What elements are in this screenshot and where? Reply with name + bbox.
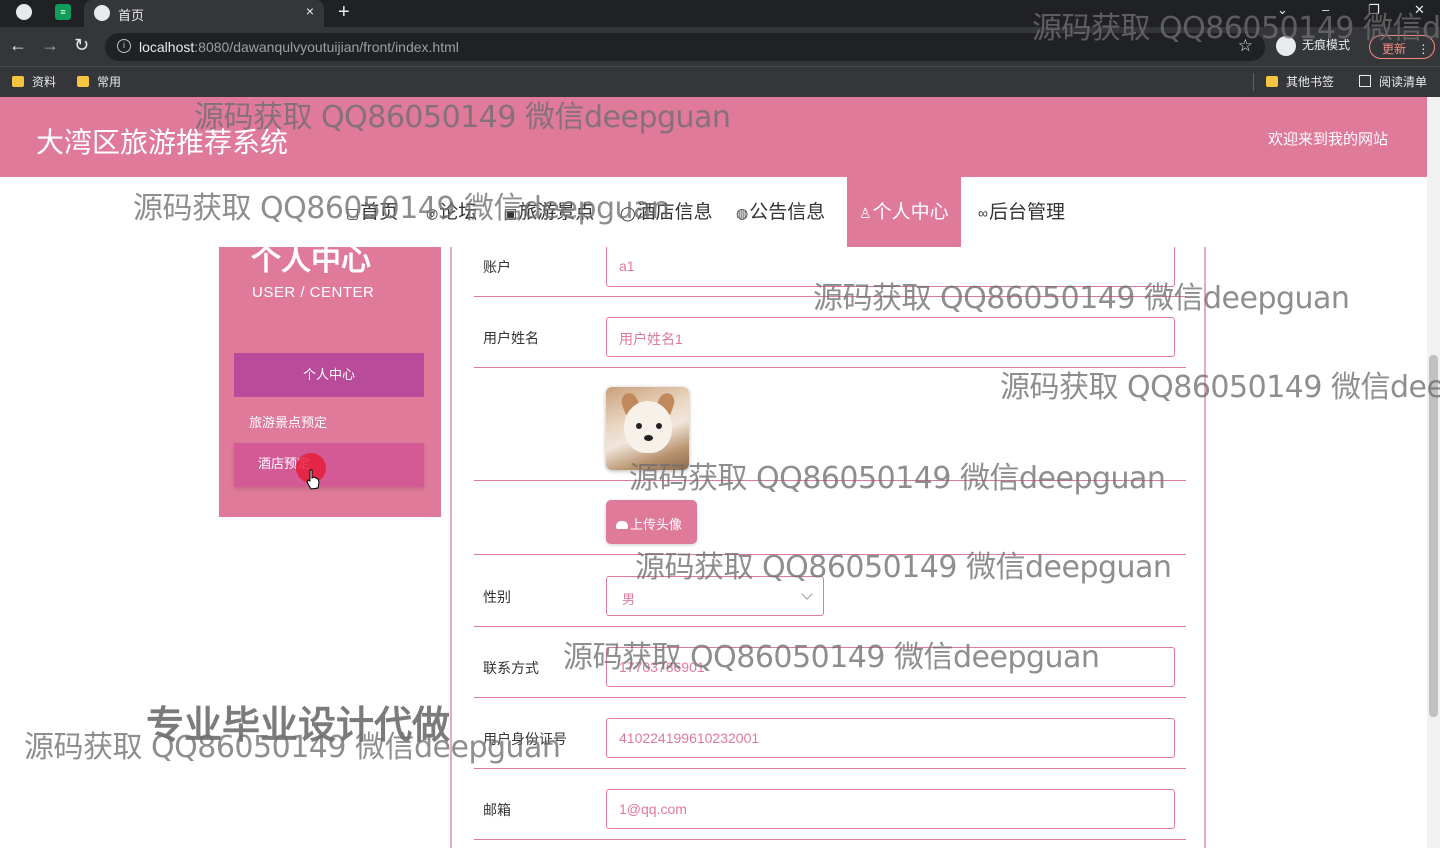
watermark: 源码获取 QQ86050149 微信deepguan xyxy=(133,191,670,226)
idcard-input[interactable]: 410224199610232001 xyxy=(606,718,1175,758)
forward-icon[interactable]: → xyxy=(41,35,59,56)
row-divider xyxy=(474,839,1186,840)
reading-list-icon xyxy=(1359,75,1371,87)
row-divider xyxy=(474,697,1186,698)
name-label: 用户姓名 xyxy=(483,330,539,346)
email-label: 邮箱 xyxy=(483,802,511,818)
watermark: 源码获取 QQ86050149 微信deepguan xyxy=(629,461,1166,496)
watermark: 源码获取 QQ86050149 微信deepguan xyxy=(194,100,731,135)
sidebar-item-hotel-booking[interactable]: 酒店预定 xyxy=(234,443,424,487)
sheets-tab-icon[interactable]: ≡ xyxy=(55,4,71,20)
welcome-text: 欢迎来到我的网站 xyxy=(1268,131,1389,148)
sidebar-title: 个人中心 xyxy=(251,244,371,277)
new-tab-icon[interactable]: + xyxy=(338,1,350,24)
back-icon[interactable]: ← xyxy=(9,35,27,56)
link-icon: ∞ xyxy=(978,205,988,221)
nav-user-center[interactable]: ♙个人中心 xyxy=(847,177,961,249)
folder-icon xyxy=(1266,76,1278,87)
account-label: 账户 xyxy=(483,259,511,275)
gender-label: 性别 xyxy=(483,589,511,605)
page-scrollbar[interactable] xyxy=(1427,97,1440,848)
chevron-down-icon xyxy=(801,588,813,600)
site-info-icon[interactable]: i xyxy=(117,39,131,53)
row-divider xyxy=(474,626,1186,627)
watermark: 源码获取 QQ86050149 微信deepguan xyxy=(813,281,1350,316)
sidebar-item-attraction-booking[interactable]: 旅游景点预定 xyxy=(249,412,327,431)
reload-icon[interactable]: ↻ xyxy=(74,35,89,56)
browser-tab[interactable]: 首页 × xyxy=(84,0,324,27)
row-divider xyxy=(474,768,1186,769)
nav-admin[interactable]: ∞后台管理 xyxy=(978,177,1065,249)
nav-notices[interactable]: ◍公告信息 xyxy=(736,177,825,249)
reading-list[interactable]: 阅读清单 xyxy=(1359,73,1427,90)
user-icon: ♙ xyxy=(859,205,872,221)
bookmarks-divider xyxy=(1253,73,1254,91)
notice-icon: ◍ xyxy=(736,205,749,221)
sidebar-item-user-center[interactable]: 个人中心 xyxy=(234,353,424,397)
chrome-menu-icon[interactable] xyxy=(16,4,32,20)
phone-label: 联系方式 xyxy=(483,660,539,676)
cloud-upload-icon xyxy=(616,521,628,529)
bookmark-folder[interactable]: 资料 xyxy=(12,73,56,90)
url-text[interactable]: localhost:8080/dawanqulvyoutuijian/front… xyxy=(139,39,459,55)
watermark: 源码获取 QQ86050149 微信deepguan xyxy=(24,730,561,765)
watermark: 源码获取 QQ86050149 微信deepguan xyxy=(1000,370,1440,405)
hand-cursor-icon xyxy=(306,469,320,490)
close-tab-icon[interactable]: × xyxy=(306,3,314,19)
bookmark-folder[interactable]: 常用 xyxy=(77,73,121,90)
watermark: 源码获取 QQ86050149 微信deepguan xyxy=(1032,11,1440,46)
folder-icon xyxy=(12,76,24,87)
tab-title: 首页 xyxy=(118,8,145,23)
upload-avatar-button[interactable]: 上传头像 xyxy=(606,500,697,544)
watermark: 源码获取 QQ86050149 微信deepguan xyxy=(635,550,1172,585)
scrollbar-thumb[interactable] xyxy=(1429,355,1438,717)
folder-icon xyxy=(77,76,89,87)
globe-icon xyxy=(94,5,110,21)
sidebar-subtitle: USER / CENTER xyxy=(252,284,375,301)
watermark: 源码获取 QQ86050149 微信deepguan xyxy=(563,640,1100,675)
name-input[interactable]: 用户姓名1 xyxy=(606,317,1175,357)
other-bookmarks[interactable]: 其他书签 xyxy=(1266,73,1334,90)
email-input[interactable]: 1@qq.com xyxy=(606,789,1175,829)
